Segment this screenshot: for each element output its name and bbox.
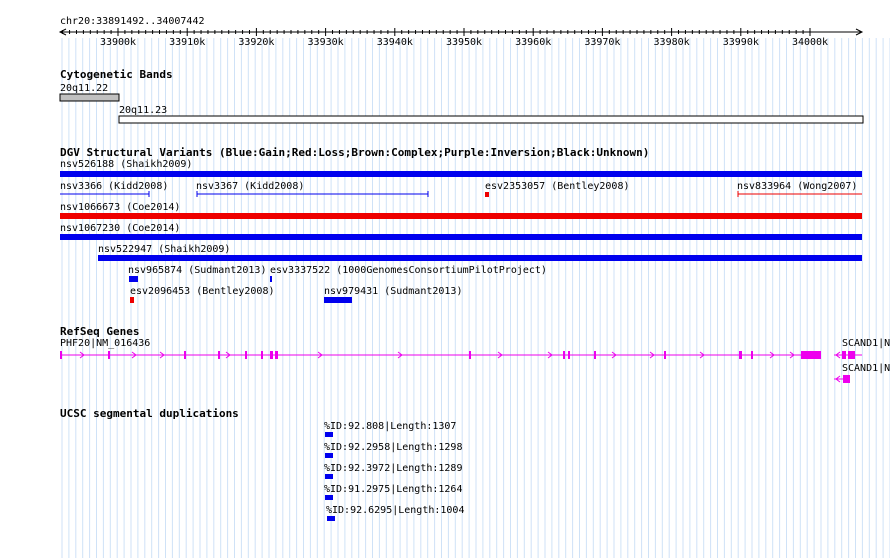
variant-label: nsv522947 (Shaikh2009) — [98, 244, 230, 255]
cytoband-label: 20q11.23 — [119, 105, 167, 116]
variant-label: nsv526188 (Shaikh2009) — [60, 159, 192, 170]
segdup-feature[interactable] — [325, 474, 333, 479]
exon — [568, 351, 570, 359]
variant-nsv965874[interactable] — [129, 276, 138, 282]
segdup-feature[interactable] — [327, 516, 335, 521]
exon — [594, 351, 596, 359]
ruler-tick-label: 33900k — [100, 37, 136, 48]
segdup-label: %ID:91.2975|Length:1264 — [324, 484, 462, 495]
cytoband-20q11.22[interactable] — [59, 93, 120, 102]
ruler-tick-label: 33990k — [723, 37, 759, 48]
gene-label: SCAND1|N — [842, 363, 890, 374]
exon — [184, 351, 186, 359]
track-title-refseq: RefSeq Genes — [60, 325, 139, 338]
track-title-dgv: DGV Structural Variants (Blue:Gain;Red:L… — [60, 146, 649, 159]
exon — [842, 351, 846, 359]
ruler-tick-label: 33940k — [377, 37, 413, 48]
exon — [563, 351, 565, 359]
segdup-label: %ID:92.3972|Length:1289 — [324, 463, 462, 474]
ruler-tick-label: 34000k — [792, 37, 828, 48]
exon — [801, 351, 821, 359]
variant-esv3337522[interactable] — [270, 276, 272, 282]
cytoband-label: 20q11.22 — [60, 83, 108, 94]
variant-label: nsv1066673 (Coe2014) — [60, 202, 180, 213]
ruler-tick-label: 33930k — [308, 37, 344, 48]
gene-label: PHF20|NM_016436 — [60, 338, 150, 349]
ruler-tick-label: 33960k — [515, 37, 551, 48]
ruler-ticks: 33900k 33910k 33920k 33930k 33940k 33950k 3396… — [62, 28, 828, 48]
cytoband-20q11.23[interactable] — [118, 115, 864, 124]
segdup-feature[interactable] — [325, 495, 333, 500]
variant-nsv522947[interactable] — [98, 255, 862, 261]
exon — [270, 351, 273, 359]
segdup-label: %ID:92.808|Length:1307 — [324, 421, 456, 432]
variant-label: nsv965874 (Sudmant2013) — [128, 265, 266, 276]
exon — [245, 351, 247, 359]
exon — [261, 351, 263, 359]
variant-label: nsv3367 (Kidd2008) — [196, 181, 304, 192]
exon — [751, 351, 753, 359]
genome-browser: chr20:33891492..34007442 33900k 33910k 339… — [58, 16, 890, 558]
track-title-segdups: UCSC segmental duplications — [60, 407, 239, 420]
variant-esv2353057[interactable] — [485, 192, 489, 197]
cytoband-track[interactable]: Cytogenetic Bands 20q11.22 20q11.23 — [59, 68, 864, 124]
exon — [60, 351, 62, 359]
ruler-tick-label: 33910k — [169, 37, 205, 48]
segdup-feature[interactable] — [325, 453, 333, 458]
variant-nsv526188[interactable] — [60, 171, 862, 177]
variant-label: esv2096453 (Bentley2008) — [130, 286, 275, 297]
ruler-tick-label: 33980k — [654, 37, 690, 48]
ruler-tick-label: 33970k — [584, 37, 620, 48]
exon — [664, 351, 666, 359]
variant-nsv1067230[interactable] — [60, 234, 862, 240]
ruler-tick-label: 33950k — [446, 37, 482, 48]
variant-label: esv2353057 (Bentley2008) — [485, 181, 630, 192]
dgv-track[interactable]: DGV Structural Variants (Blue:Gain;Red:L… — [60, 146, 862, 303]
track-title-cytobands: Cytogenetic Bands — [60, 68, 173, 81]
exon — [848, 351, 855, 359]
exon — [739, 351, 742, 359]
segdup-label: %ID:92.6295|Length:1004 — [326, 505, 464, 516]
exon — [843, 375, 850, 383]
variant-nsv1066673[interactable] — [60, 213, 862, 219]
segdup-feature[interactable] — [325, 432, 333, 437]
exon — [469, 351, 471, 359]
exon — [108, 351, 110, 359]
position-label: chr20:33891492..34007442 — [60, 16, 205, 27]
variant-label: nsv979431 (Sudmant2013) — [324, 286, 462, 297]
exon — [275, 351, 278, 359]
gene-phf20[interactable] — [60, 351, 821, 359]
variant-label: nsv833964 (Wong2007) — [737, 181, 857, 192]
variant-esv2096453[interactable] — [130, 297, 134, 303]
exon — [218, 351, 220, 359]
variant-nsv979431[interactable] — [324, 297, 352, 303]
ruler-tick-label: 33920k — [238, 37, 274, 48]
gene-label: SCAND1|N — [842, 338, 890, 349]
variant-label: nsv1067230 (Coe2014) — [60, 223, 180, 234]
segdup-label: %ID:92.2958|Length:1298 — [324, 442, 462, 453]
ruler-track: chr20:33891492..34007442 33900k 33910k 339… — [58, 16, 864, 48]
variant-label: nsv3366 (Kidd2008) — [60, 181, 168, 192]
gene-scand1-a[interactable] — [834, 351, 862, 359]
variant-label: esv3337522 (1000GenomesConsortiumPilotPr… — [270, 265, 547, 276]
